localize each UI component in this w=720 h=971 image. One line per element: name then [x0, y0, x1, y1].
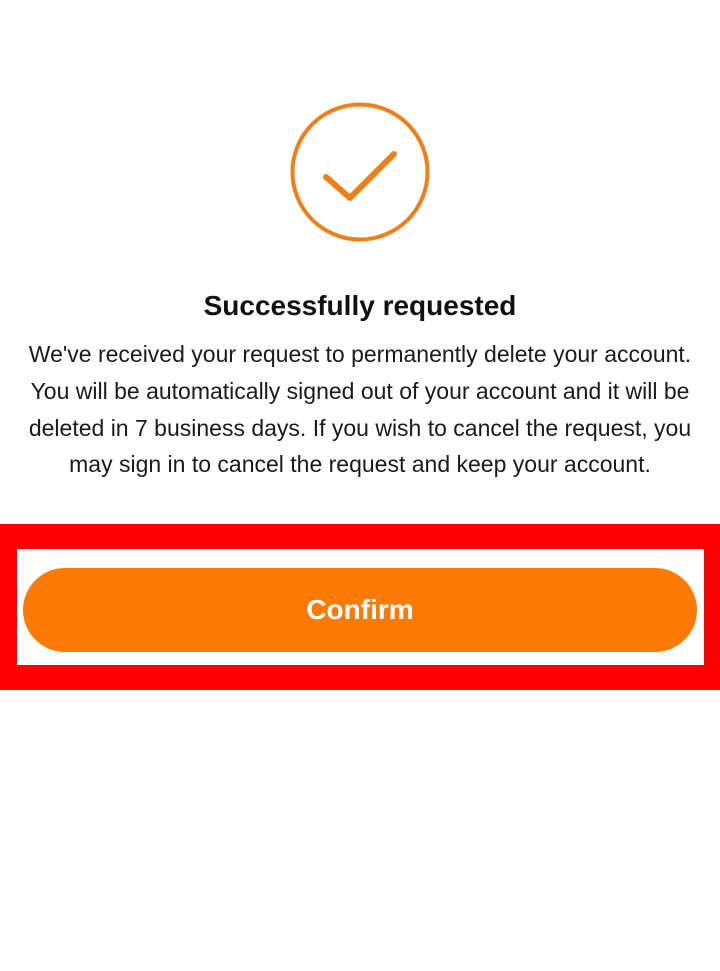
- checkmark-circle-icon: [289, 101, 431, 243]
- button-container: Confirm: [17, 549, 704, 665]
- success-dialog: Successfully requested We've received yo…: [0, 0, 720, 971]
- dialog-message: We've received your request to permanent…: [28, 341, 692, 478]
- dialog-title: Successfully requested: [203, 290, 517, 321]
- highlight-frame: Confirm: [0, 524, 720, 690]
- confirm-button[interactable]: Confirm: [23, 568, 697, 652]
